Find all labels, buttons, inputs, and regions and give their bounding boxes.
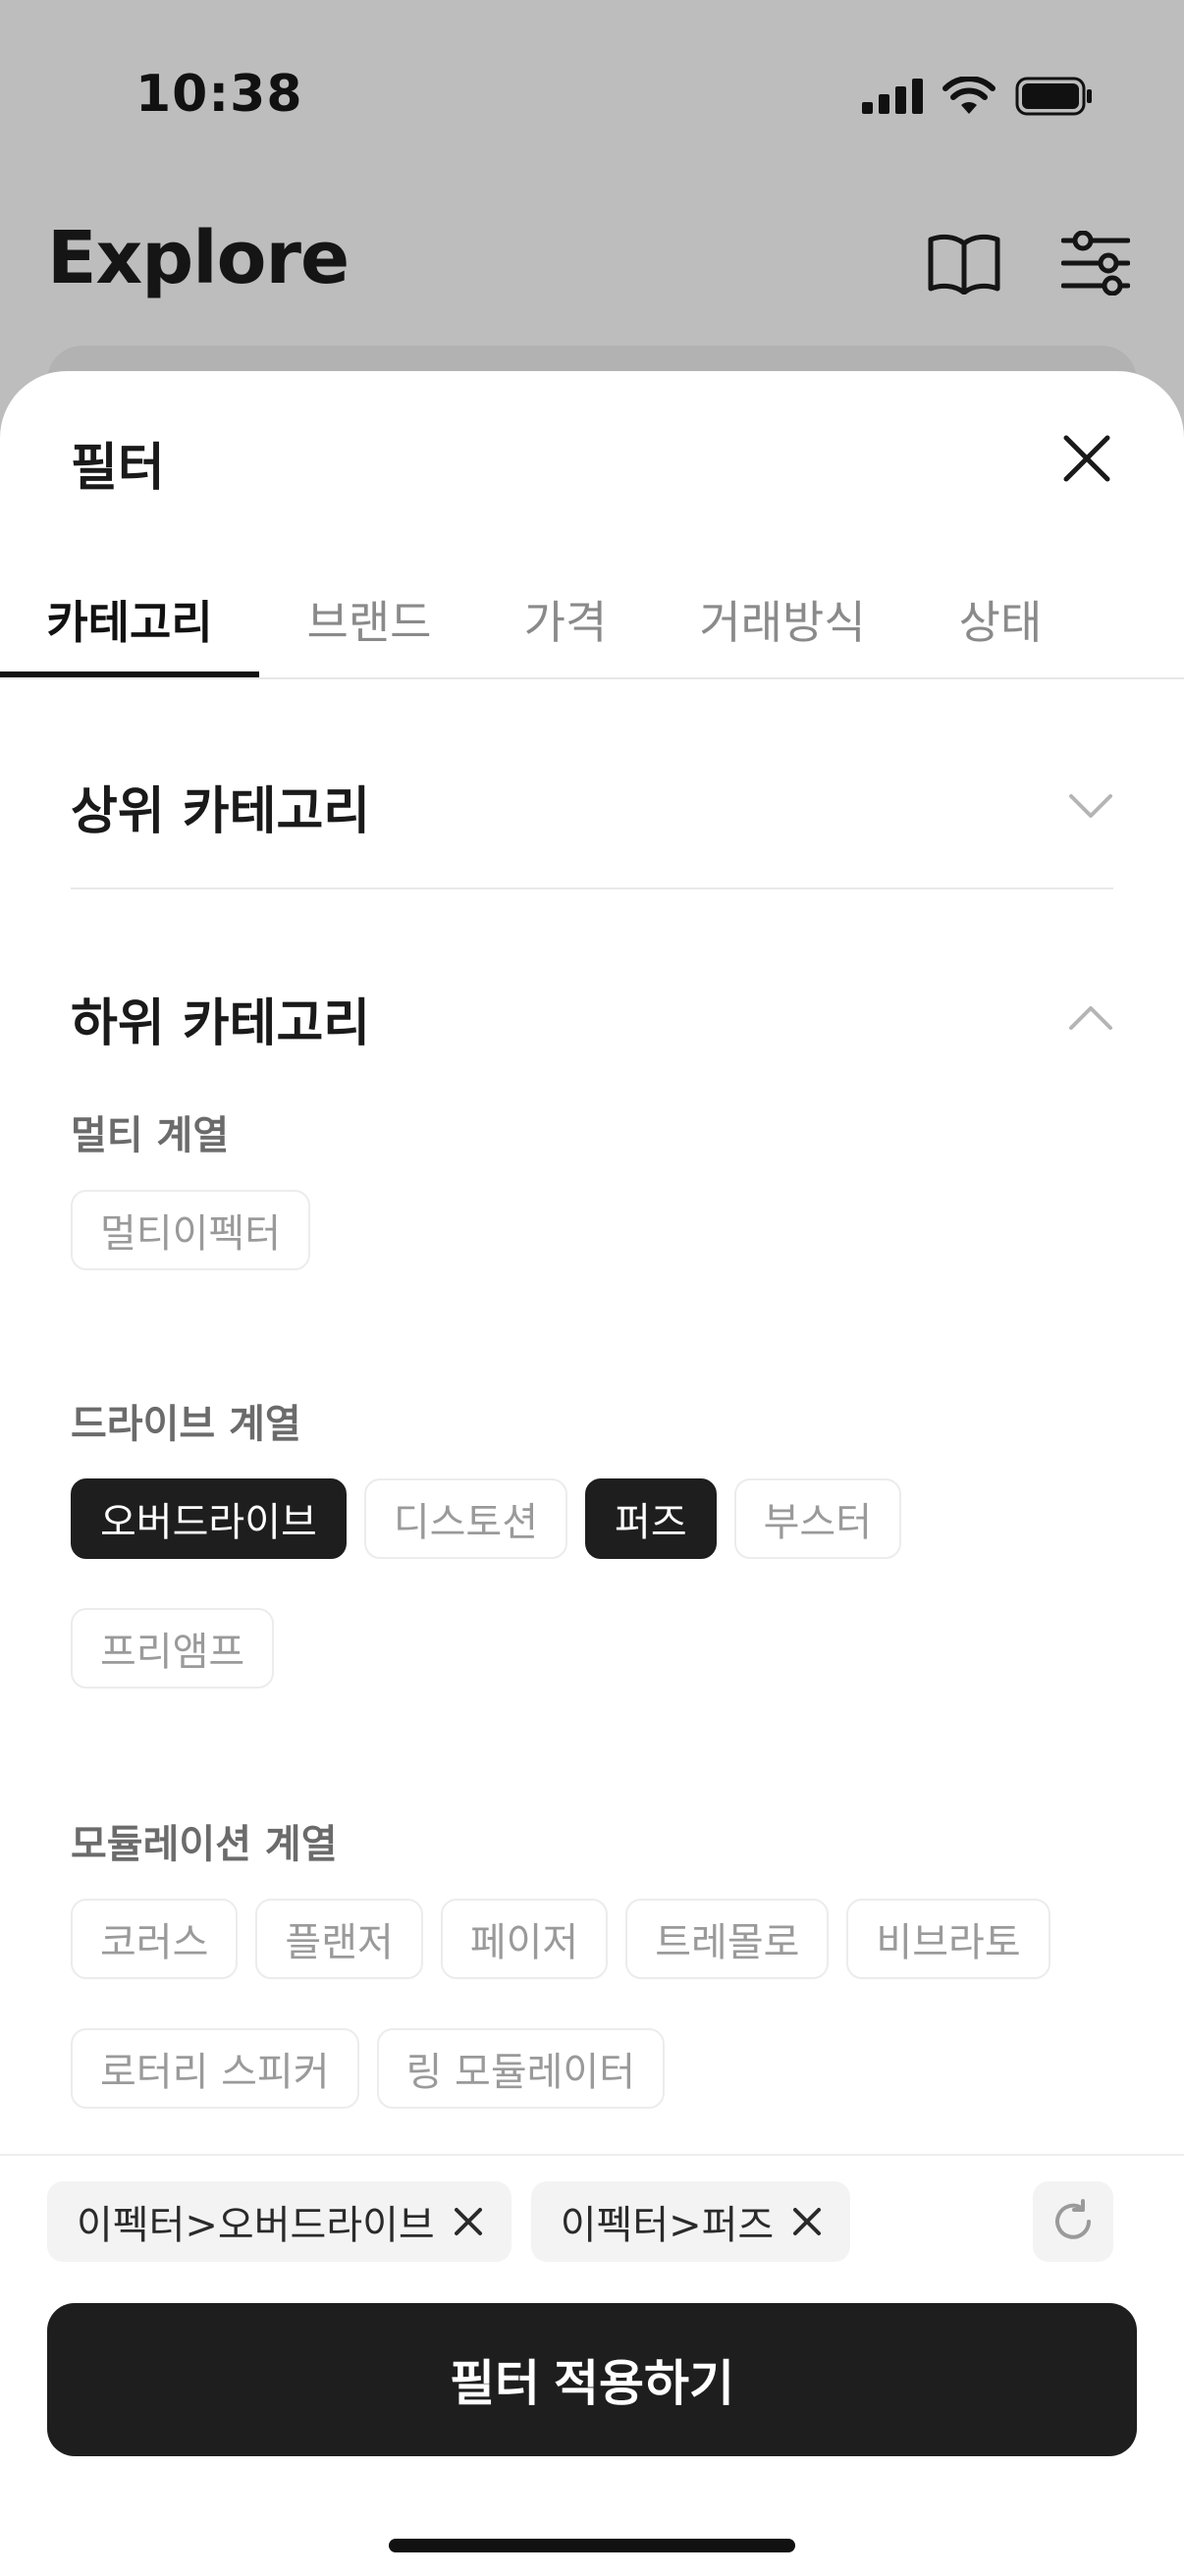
chip-row-multi: 멀티이펙터 (71, 1190, 310, 1270)
tab-brand[interactable]: 브랜드 (279, 565, 459, 675)
selected-tag: 이펙터>오버드라이브 (47, 2181, 511, 2262)
group-label-drive: 드라이브 계열 (71, 1402, 301, 1447)
chevron-down-icon (1069, 794, 1112, 818)
group-label-modulation: 모듈레이션 계열 (71, 1822, 338, 1867)
close-button[interactable] (1052, 424, 1121, 493)
status-time: 10:38 (135, 65, 303, 124)
filter-button[interactable] (1056, 224, 1135, 302)
tab-trade-method[interactable]: 거래방식 (677, 565, 888, 675)
selected-tags: 이펙터>오버드라이브 이펙터>퍼즈 (47, 2181, 851, 2262)
lower-category-title: 하위 카테고리 (71, 993, 371, 1053)
book-icon (928, 234, 1000, 295)
filter-tabs: 카테고리 브랜드 가격 거래방식 상태 (0, 565, 1184, 679)
selected-filters-bar: 이펙터>오버드라이브 이펙터>퍼즈 필터 적용하기 (0, 2154, 1184, 2576)
refresh-icon (1055, 2199, 1091, 2239)
chip-tremolo[interactable]: 트레몰로 (625, 1899, 830, 1979)
chevron-up-icon (1069, 1006, 1112, 1030)
app-header: Explore (0, 206, 1184, 314)
chip-distortion[interactable]: 디스토션 (363, 1478, 568, 1559)
chip-phaser[interactable]: 페이저 (440, 1899, 609, 1979)
selected-tag: 이펙터>퍼즈 (530, 2181, 851, 2262)
chip-multi-effector[interactable]: 멀티이펙터 (71, 1190, 310, 1270)
section-divider (71, 887, 1113, 889)
sheet-title: 필터 (71, 439, 165, 498)
chip-booster[interactable]: 부스터 (733, 1478, 902, 1559)
chip-fuzz[interactable]: 퍼즈 (585, 1478, 717, 1559)
wifi-icon (942, 77, 996, 114)
chip-chorus[interactable]: 코러스 (71, 1899, 239, 1979)
chip-row-modulation-1: 코러스 플랜저 페이저 트레몰로 비브라토 (71, 1899, 1050, 1979)
home-indicator (389, 2539, 795, 2552)
group-label-multi: 멀티 계열 (71, 1113, 230, 1158)
status-icons (862, 77, 1094, 116)
reset-filters-button[interactable] (1033, 2181, 1113, 2262)
selected-tag-label: 이펙터>오버드라이브 (77, 2203, 435, 2248)
sliders-icon (1061, 231, 1130, 295)
chip-row-drive-1: 오버드라이브 디스토션 퍼즈 부스터 (71, 1478, 902, 1559)
guide-button[interactable] (925, 224, 1003, 302)
lower-category-toggle[interactable]: 하위 카테고리 (71, 964, 1113, 1072)
chip-overdrive[interactable]: 오버드라이브 (71, 1478, 347, 1559)
chip-row-drive-2: 프리앰프 (71, 1608, 275, 1689)
upper-category-title: 상위 카테고리 (71, 781, 371, 841)
page-title: Explore (47, 216, 350, 300)
chip-preamp[interactable]: 프리앰프 (71, 1608, 275, 1689)
chip-row-modulation-2: 로터리 스피커 링 모듈레이터 (71, 2028, 666, 2109)
filter-sheet: 필터 카테고리 브랜드 가격 거래방식 상태 상위 카테고리 하위 카테고리 멀… (0, 371, 1184, 2576)
x-icon (454, 2208, 482, 2235)
remove-tag-button[interactable] (449, 2202, 488, 2241)
remove-tag-button[interactable] (787, 2202, 827, 2241)
x-icon (793, 2208, 822, 2235)
chip-ring-modulator[interactable]: 링 모듈레이터 (376, 2028, 666, 2109)
selected-tag-label: 이펙터>퍼즈 (560, 2203, 775, 2248)
close-icon (1063, 435, 1110, 482)
chip-flanger[interactable]: 플랜저 (255, 1899, 423, 1979)
tab-category[interactable]: 카테고리 (0, 565, 259, 677)
cellular-signal-icon (862, 79, 923, 114)
upper-category-toggle[interactable]: 상위 카테고리 (71, 752, 1113, 860)
tab-condition[interactable]: 상태 (927, 565, 1074, 675)
battery-icon (1015, 77, 1092, 116)
chip-rotary-speaker[interactable]: 로터리 스피커 (71, 2028, 359, 2109)
apply-filter-button[interactable]: 필터 적용하기 (47, 2303, 1137, 2456)
chip-vibrato[interactable]: 비브라토 (846, 1899, 1050, 1979)
tab-price[interactable]: 가격 (491, 565, 640, 675)
status-bar: 10:38 (0, 0, 1184, 187)
